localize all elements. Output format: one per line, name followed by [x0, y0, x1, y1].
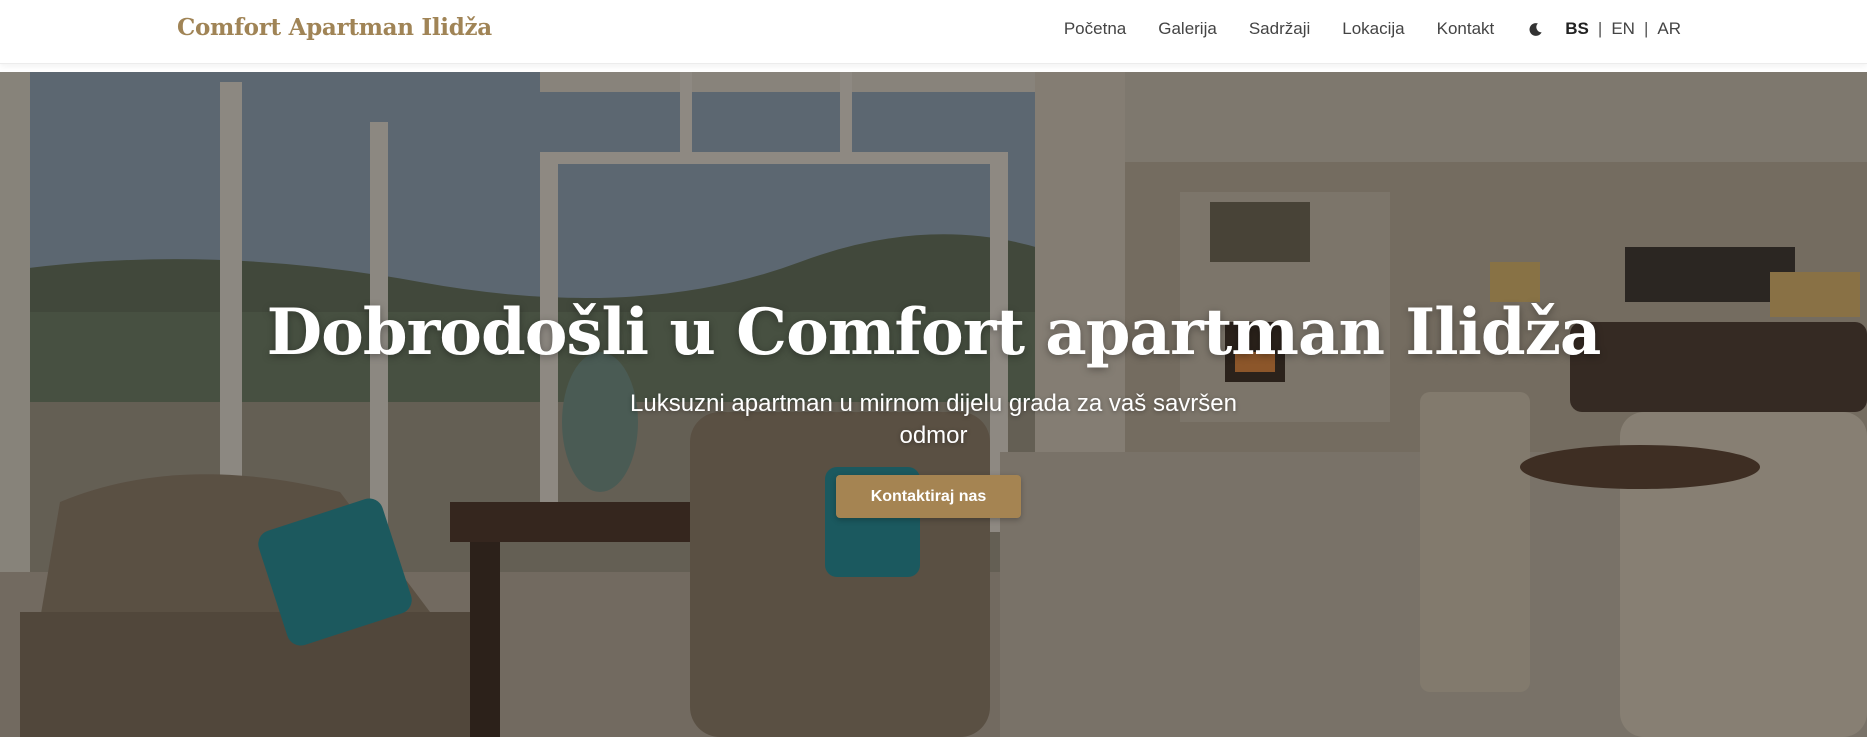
language-switcher: BS | EN | AR — [1565, 19, 1681, 39]
moon-icon — [1529, 22, 1542, 36]
nav-links: Početna Galerija Sadržaji Lokacija Konta… — [1064, 0, 1681, 58]
hero-subtitle: Luksuzni apartman u mirnom dijelu grada … — [630, 390, 1237, 449]
nav-link-kontakt[interactable]: Kontakt — [1437, 19, 1495, 39]
hero-section: Dobrodošli u Comfort apartman Ilidža Luk… — [0, 72, 1867, 737]
nav-link-lokacija[interactable]: Lokacija — [1342, 19, 1404, 39]
navbar: Comfort Apartman Ilidža Početna Galerija… — [0, 0, 1867, 64]
theme-toggle-button[interactable] — [1526, 20, 1544, 38]
nav-link-sadrzaji[interactable]: Sadržaji — [1249, 19, 1310, 39]
lang-separator: | — [1597, 19, 1603, 38]
lang-bs[interactable]: BS — [1565, 19, 1589, 39]
brand-logo[interactable]: Comfort Apartman Ilidža — [177, 14, 492, 41]
hero-title: Dobrodošli u Comfort apartman Ilidža — [266, 295, 1602, 370]
lang-ar[interactable]: AR — [1657, 19, 1681, 39]
lang-en[interactable]: EN — [1611, 19, 1635, 39]
contact-button[interactable]: Kontaktiraj nas — [836, 475, 1021, 518]
nav-link-galerija[interactable]: Galerija — [1158, 19, 1217, 39]
hero-content: Dobrodošli u Comfort apartman Ilidža Luk… — [0, 72, 1867, 737]
nav-link-pocetna[interactable]: Početna — [1064, 19, 1126, 39]
lang-separator: | — [1643, 19, 1649, 38]
